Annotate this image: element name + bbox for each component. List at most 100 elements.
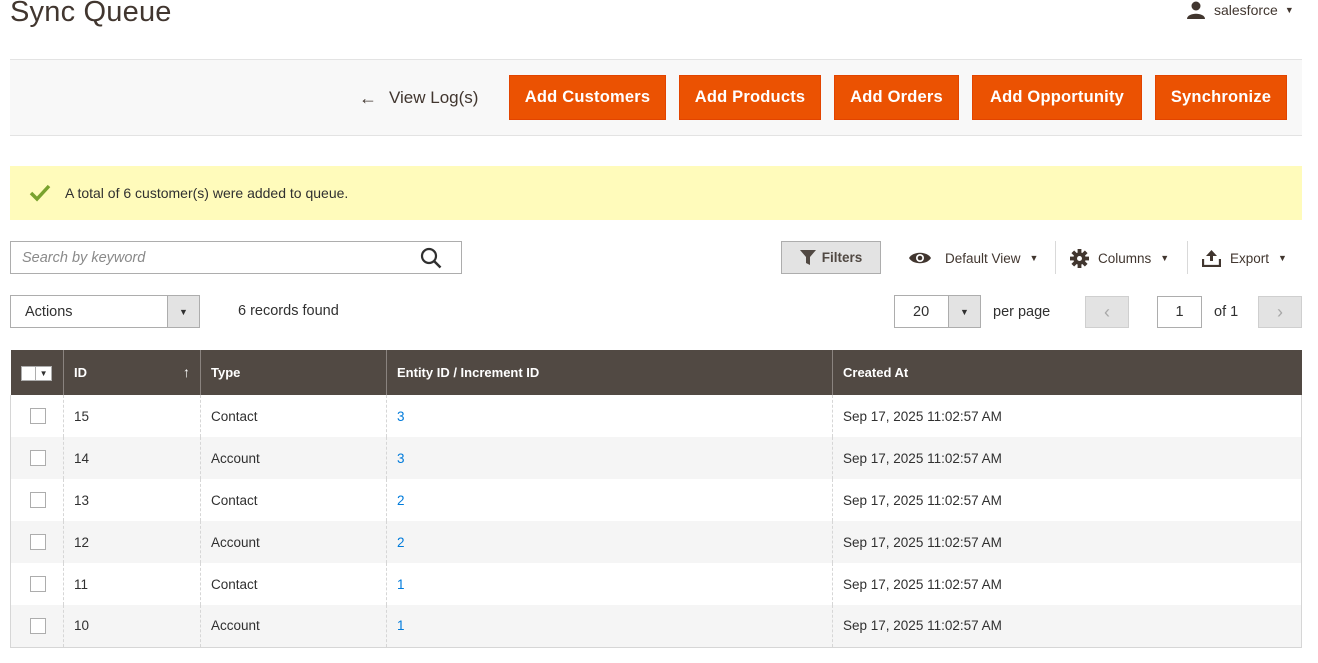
success-message: A total of 6 customer(s) were added to q… xyxy=(10,166,1302,220)
row-checkbox[interactable] xyxy=(30,450,46,467)
row-select-cell xyxy=(10,437,64,479)
eye-icon xyxy=(909,252,931,264)
table-row[interactable]: 13 Contact 2 Sep 17, 2025 11:02:57 AM xyxy=(10,479,1302,521)
view-logs-button[interactable]: ← View Log(s) xyxy=(359,86,478,110)
cell-created-at: Sep 17, 2025 11:02:57 AM xyxy=(832,395,1302,437)
row-checkbox[interactable] xyxy=(30,534,46,551)
caret-down-icon: ▼ xyxy=(1278,253,1287,263)
column-header-id[interactable]: ID ↑ xyxy=(63,350,201,395)
cell-created-at: Sep 17, 2025 11:02:57 AM xyxy=(832,479,1302,521)
row-checkbox[interactable] xyxy=(30,408,46,425)
user-name: salesforce xyxy=(1214,2,1278,18)
chevron-left-icon: ‹ xyxy=(1104,301,1110,322)
previous-page-button[interactable]: ‹ xyxy=(1085,296,1129,328)
search-input[interactable] xyxy=(11,242,411,273)
caret-down-icon: ▼ xyxy=(39,369,48,378)
filter-icon xyxy=(799,250,816,265)
per-page-label: per page xyxy=(993,304,1051,320)
entity-id-link[interactable]: 3 xyxy=(397,451,405,466)
table-row[interactable]: 10 Account 1 Sep 17, 2025 11:02:57 AM xyxy=(10,605,1302,647)
page-actions-bar: ← View Log(s) Add Customers Add Products… xyxy=(10,59,1302,136)
caret-down-icon: ▼ xyxy=(948,296,980,327)
per-page-select[interactable]: 20 ▼ xyxy=(894,295,981,328)
user-icon xyxy=(1187,1,1205,19)
cell-type: Account xyxy=(200,437,387,479)
entity-id-link[interactable]: 3 xyxy=(397,409,405,424)
row-select-cell xyxy=(11,479,64,521)
cell-entity-id: 2 xyxy=(386,521,833,563)
success-message-text: A total of 6 customer(s) were added to q… xyxy=(65,185,349,201)
page-title: Sync Queue xyxy=(10,0,172,28)
entity-id-link[interactable]: 1 xyxy=(397,577,405,592)
toolbar-divider xyxy=(1055,241,1056,274)
per-page-value: 20 xyxy=(913,304,930,320)
entity-id-link[interactable]: 1 xyxy=(397,618,405,633)
mass-actions-select[interactable]: Actions ▼ xyxy=(10,295,200,328)
current-page-input[interactable]: 1 xyxy=(1157,296,1202,328)
cell-created-at: Sep 17, 2025 11:02:57 AM xyxy=(832,605,1302,647)
filters-button[interactable]: Filters xyxy=(781,241,881,274)
row-select-cell xyxy=(11,395,64,437)
cell-id: 15 xyxy=(63,395,201,437)
add-products-button[interactable]: Add Products xyxy=(679,75,821,120)
search-box xyxy=(10,241,462,274)
next-page-button[interactable]: › xyxy=(1258,296,1302,328)
table-row[interactable]: 14 Account 3 Sep 17, 2025 11:02:57 AM xyxy=(10,437,1302,479)
add-opportunity-button[interactable]: Add Opportunity xyxy=(972,75,1142,120)
records-found: 6 records found xyxy=(238,303,339,319)
caret-down-icon: ▼ xyxy=(1160,253,1170,263)
cell-type: Account xyxy=(200,605,387,647)
cell-type: Contact xyxy=(200,563,387,605)
cell-id: 14 xyxy=(63,437,201,479)
cell-created-at: Sep 17, 2025 11:02:57 AM xyxy=(832,437,1302,479)
cell-entity-id: 2 xyxy=(386,479,833,521)
row-select-cell xyxy=(11,563,64,605)
row-checkbox[interactable] xyxy=(30,617,46,634)
arrow-left-icon: ← xyxy=(359,87,377,108)
mass-select-header: ▼ xyxy=(10,350,64,395)
sync-queue-grid: ▼ ID ↑ Type Entity ID / Increment ID Cre… xyxy=(10,350,1302,648)
mass-actions-label: Actions xyxy=(25,304,73,320)
column-header-type[interactable]: Type xyxy=(200,350,387,395)
grid-header-row: ▼ ID ↑ Type Entity ID / Increment ID Cre… xyxy=(10,350,1302,395)
chevron-right-icon: › xyxy=(1277,301,1283,322)
filters-label: Filters xyxy=(821,250,863,265)
row-checkbox[interactable] xyxy=(30,576,46,593)
gear-icon xyxy=(1070,248,1089,268)
columns-dropdown[interactable]: Columns ▼ xyxy=(1070,245,1169,271)
table-row[interactable]: 15 Contact 3 Sep 17, 2025 11:02:57 AM xyxy=(10,395,1302,437)
search-icon[interactable] xyxy=(420,247,442,269)
columns-label: Columns xyxy=(1098,250,1152,266)
default-view-dropdown[interactable]: Default View ▼ xyxy=(908,245,1038,271)
caret-down-icon: ▼ xyxy=(167,296,199,327)
synchronize-button[interactable]: Synchronize xyxy=(1155,75,1287,120)
caret-down-icon: ▼ xyxy=(1284,5,1294,15)
entity-id-link[interactable]: 2 xyxy=(397,493,405,508)
checkmark-icon xyxy=(29,184,51,202)
mass-select-dropdown[interactable]: ▼ xyxy=(20,366,52,381)
column-header-created-at[interactable]: Created At xyxy=(832,350,1302,395)
row-select-cell xyxy=(10,521,64,563)
cell-type: Contact xyxy=(200,479,387,521)
column-header-id-label: ID xyxy=(74,365,87,380)
cell-created-at: Sep 17, 2025 11:02:57 AM xyxy=(832,521,1302,563)
default-view-label: Default View xyxy=(945,250,1021,266)
table-row[interactable]: 11 Contact 1 Sep 17, 2025 11:02:57 AM xyxy=(10,563,1302,605)
add-customers-button[interactable]: Add Customers xyxy=(509,75,666,120)
entity-id-link[interactable]: 2 xyxy=(397,535,405,550)
cell-id: 10 xyxy=(63,605,201,647)
row-checkbox[interactable] xyxy=(30,492,46,509)
sort-ascending-icon: ↑ xyxy=(183,364,190,380)
cell-created-at: Sep 17, 2025 11:02:57 AM xyxy=(832,563,1302,605)
caret-down-icon: ▼ xyxy=(1029,253,1039,263)
column-header-entity-id[interactable]: Entity ID / Increment ID xyxy=(386,350,833,395)
view-logs-label: View Log(s) xyxy=(389,88,479,107)
export-dropdown[interactable]: Export ▼ xyxy=(1202,245,1287,271)
user-account-menu[interactable]: salesforce ▼ xyxy=(1186,0,1294,20)
cell-entity-id: 3 xyxy=(386,395,833,437)
add-orders-button[interactable]: Add Orders xyxy=(834,75,959,120)
cell-type: Account xyxy=(200,521,387,563)
table-row[interactable]: 12 Account 2 Sep 17, 2025 11:02:57 AM xyxy=(10,521,1302,563)
row-select-cell xyxy=(10,605,64,647)
mass-select-checkbox[interactable] xyxy=(22,367,36,380)
